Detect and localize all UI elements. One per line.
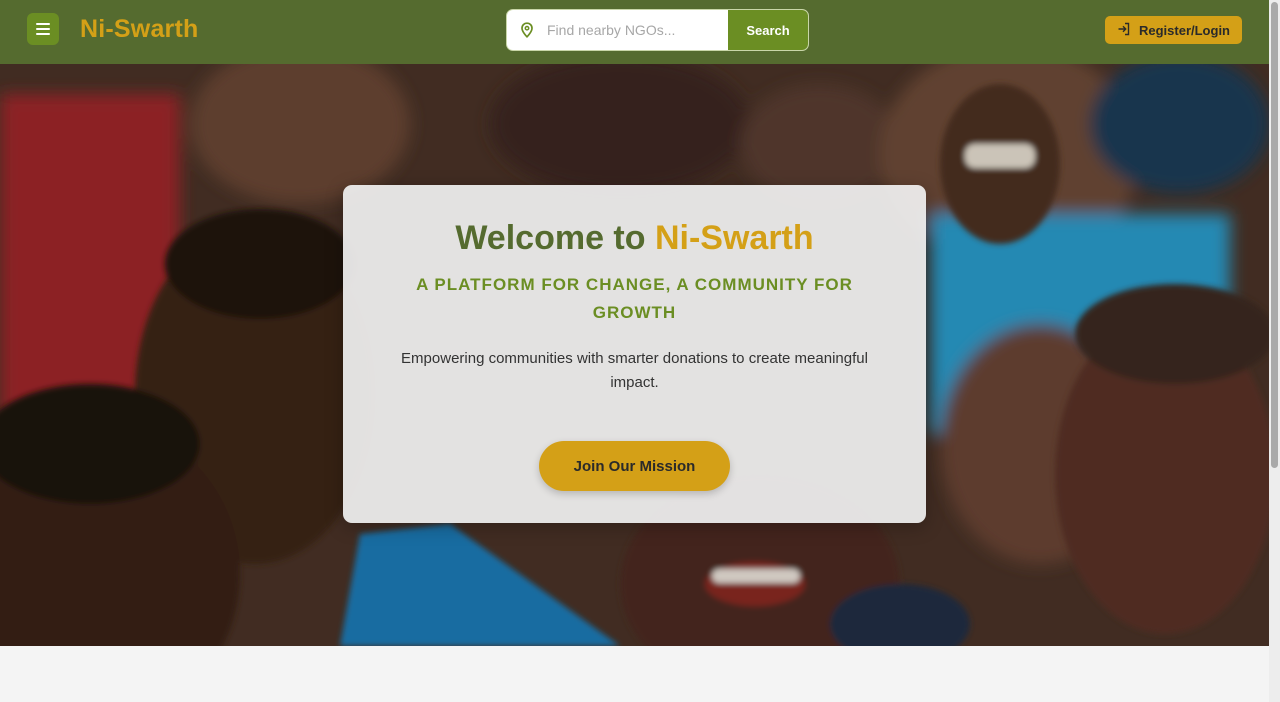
- join-mission-button[interactable]: Join Our Mission: [539, 441, 730, 491]
- brand-logo[interactable]: Ni-Swarth: [80, 13, 198, 45]
- welcome-card: Welcome to Ni-Swarth A PLATFORM FOR CHAN…: [343, 185, 926, 523]
- hero-description: Empowering communities with smarter dona…: [401, 350, 868, 391]
- top-navbar: Ni-Swarth Search Register/Login: [0, 0, 1269, 64]
- register-login-label: Register/Login: [1138, 22, 1230, 38]
- hero-subtitle: A PLATFORM FOR CHANGE, A COMMUNITY FOR G…: [416, 275, 853, 322]
- location-pin-icon: [507, 10, 547, 50]
- content-section: [0, 646, 1269, 702]
- search-bar: Search: [506, 9, 809, 51]
- scrollbar-thumb[interactable]: [1271, 2, 1278, 468]
- hamburger-menu-icon[interactable]: [27, 13, 59, 45]
- search-input[interactable]: [547, 10, 729, 50]
- register-login-button[interactable]: Register/Login: [1105, 16, 1242, 44]
- title-accent: Ni-Swarth: [654, 219, 814, 257]
- page-title: Welcome to Ni-Swarth: [343, 218, 926, 258]
- search-button[interactable]: Search: [728, 10, 808, 50]
- hero-section: Welcome to Ni-Swarth A PLATFORM FOR CHAN…: [0, 64, 1269, 646]
- title-prefix: Welcome to: [455, 219, 646, 257]
- login-icon: [1117, 22, 1131, 39]
